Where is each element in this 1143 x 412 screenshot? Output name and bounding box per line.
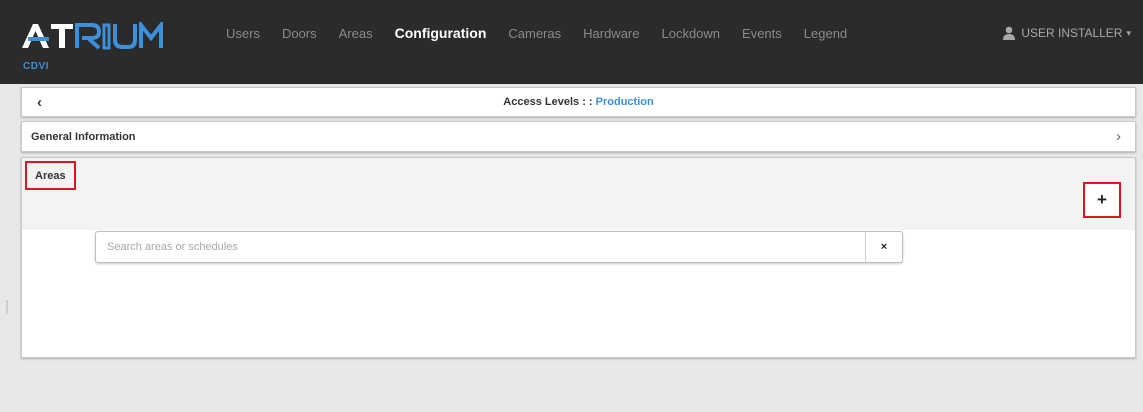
general-information-label: General Information <box>31 131 136 143</box>
logo-subtitle: CDVI <box>23 61 49 72</box>
access-level-name-link[interactable]: Production <box>596 96 654 108</box>
nav-item-doors[interactable]: Doors <box>282 26 317 41</box>
main-nav: Users Doors Areas Configuration Cameras Hardw… <box>226 22 869 44</box>
user-name: USER INSTALLER <box>1021 26 1123 40</box>
nav-item-users[interactable]: Users <box>226 26 260 41</box>
user-icon <box>1003 26 1016 40</box>
user-menu[interactable]: USER INSTALLER ▾ <box>1002 22 1131 44</box>
areas-header: Areas + <box>22 158 1135 230</box>
atrium-logo[interactable] <box>22 22 182 50</box>
areas-label: Areas <box>25 161 76 190</box>
atrium-logo-icon <box>22 22 163 50</box>
nav-item-hardware[interactable]: Hardware <box>583 26 639 41</box>
access-level-header: ‹ Access Levels : : Production <box>21 87 1136 117</box>
general-information-section[interactable]: General Information › <box>21 121 1136 152</box>
search-areas-input[interactable] <box>96 232 866 262</box>
nav-item-cameras[interactable]: Cameras <box>508 26 561 41</box>
add-area-button[interactable]: + <box>1083 182 1121 218</box>
resize-handle <box>6 300 8 314</box>
nav-item-legend[interactable]: Legend <box>804 26 847 41</box>
nav-item-areas[interactable]: Areas <box>339 26 373 41</box>
search-box: × <box>95 231 903 263</box>
chevron-right-icon[interactable]: › <box>1116 128 1121 145</box>
page-title: Access Levels : : Production <box>22 96 1135 108</box>
nav-item-lockdown[interactable]: Lockdown <box>661 26 720 41</box>
top-navbar: CDVI Users Doors Areas Configuration Cameras… <box>0 0 1143 84</box>
caret-down-icon: ▾ <box>1126 27 1131 38</box>
nav-item-events[interactable]: Events <box>742 26 782 41</box>
clear-search-button[interactable]: × <box>865 232 902 262</box>
page-title-prefix: Access Levels : : <box>503 96 596 108</box>
areas-section: Areas + × <box>21 157 1136 358</box>
nav-item-configuration[interactable]: Configuration <box>395 25 487 41</box>
